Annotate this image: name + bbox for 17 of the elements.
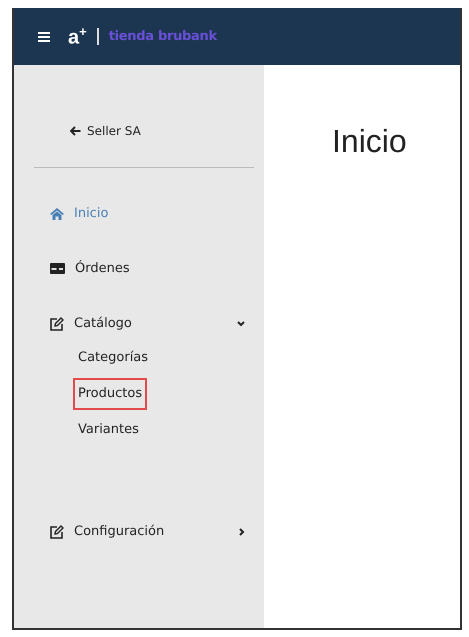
edit-icon [50, 316, 64, 330]
sub-nav-item[interactable]: Productos [73, 378, 148, 410]
page-title: Inicio [332, 123, 408, 160]
sub-nav-item[interactable]: Variantes [73, 414, 144, 446]
store-name: tienda brubank [108, 29, 217, 44]
sub-nav-item[interactable]: Categorías [73, 342, 154, 374]
home-icon [50, 208, 64, 220]
nav-item[interactable]: Órdenes [50, 261, 245, 276]
logo-mark: a$^{+}$ [68, 24, 87, 50]
edit-icon [50, 524, 64, 538]
nav-item[interactable]: Catálogo [50, 316, 245, 331]
back-link[interactable]: Seller SA [70, 124, 264, 138]
menu-icon[interactable] [38, 32, 50, 42]
card-icon [50, 263, 65, 274]
back-arrow-icon [70, 126, 81, 136]
nav-item[interactable]: Configuración [50, 524, 245, 539]
logo-divider [96, 28, 99, 45]
